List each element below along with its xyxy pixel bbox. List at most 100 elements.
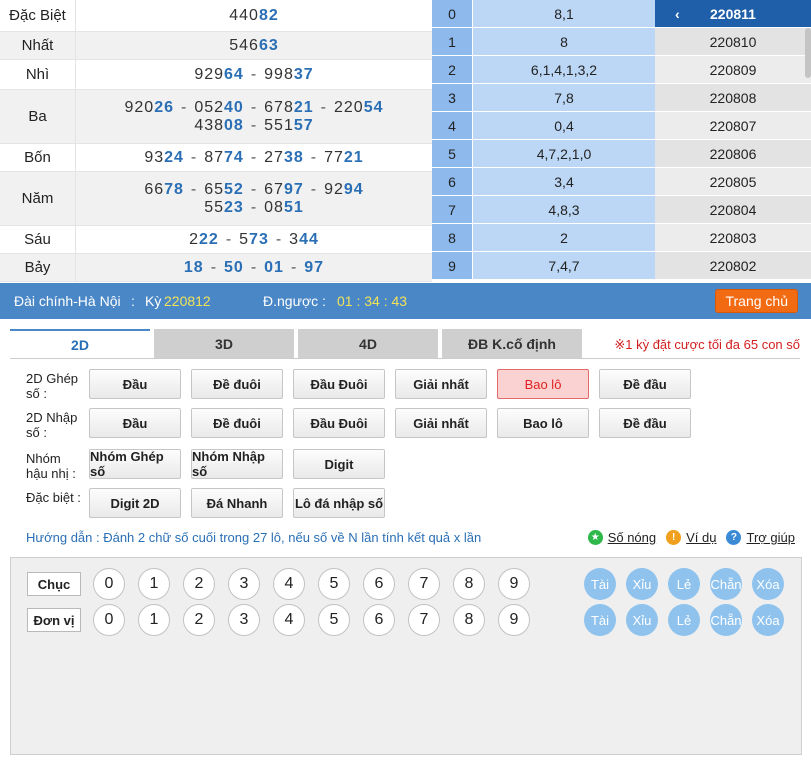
- period-item[interactable]: 220810: [655, 28, 811, 56]
- period-item[interactable]: 220809: [655, 56, 811, 84]
- quick-select-button[interactable]: Chẵn: [710, 604, 742, 636]
- quick-select-button[interactable]: Xỉu: [626, 568, 658, 600]
- bet-type-button[interactable]: Đầu: [89, 369, 181, 399]
- digit-ball[interactable]: 3: [228, 604, 260, 636]
- number-prefix: 678: [264, 98, 294, 116]
- prize-number: 97: [304, 259, 324, 277]
- chevron-left-icon[interactable]: ‹: [675, 6, 680, 22]
- period-item[interactable]: 220805: [655, 168, 811, 196]
- quick-select-button[interactable]: Lẻ: [668, 604, 700, 636]
- digit-ball[interactable]: 6: [363, 604, 395, 636]
- digit-ball[interactable]: 8: [453, 604, 485, 636]
- help-link-label[interactable]: Trợ giúp: [746, 530, 795, 545]
- period-number: 220802: [709, 257, 757, 274]
- help-link[interactable]: ? Trợ giúp: [726, 530, 795, 545]
- help-link[interactable]: ! Ví dụ: [666, 530, 716, 545]
- bet-type-button[interactable]: Giải nhất: [395, 408, 487, 438]
- digit-ball[interactable]: 7: [408, 568, 440, 600]
- digit-ball[interactable]: 2: [183, 568, 215, 600]
- number-separator: -: [275, 230, 283, 248]
- quick-select-button[interactable]: Chẵn: [710, 568, 742, 600]
- bet-type-button[interactable]: Đề đuôi: [191, 408, 283, 438]
- bet-type-button[interactable]: Đề đầu: [599, 369, 691, 399]
- tab-1[interactable]: 3D: [154, 329, 294, 359]
- bet-type-button[interactable]: Đá Nhanh: [191, 488, 283, 518]
- loto-row: 4 0,4: [432, 112, 655, 140]
- bet-type-button[interactable]: Nhóm Ghép số: [89, 449, 181, 479]
- digit-ball[interactable]: 8: [453, 568, 485, 600]
- quick-select-button[interactable]: Lẻ: [668, 568, 700, 600]
- number-prefix: 551: [264, 116, 294, 134]
- number-prefix: 920: [124, 98, 155, 116]
- digit-ball[interactable]: 3: [228, 568, 260, 600]
- loto-row: 9 7,4,7: [432, 252, 655, 280]
- bet-type-button[interactable]: Lô đá nhập số: [293, 488, 385, 518]
- prize-numbers: 92026-05240-67821-22054 43808-55157: [76, 90, 432, 143]
- quick-select-button[interactable]: Xỉu: [626, 604, 658, 636]
- bet-type-button[interactable]: Đầu Đuôi: [293, 369, 385, 399]
- prize-name: Đặc Biệt: [0, 0, 76, 31]
- bet-type-button[interactable]: Giải nhất: [395, 369, 487, 399]
- bet-type-button[interactable]: Đầu: [89, 408, 181, 438]
- digit-ball[interactable]: 4: [273, 568, 305, 600]
- betting-page: Đặc Biệt 44082 Nhất 54663 Nhì 92964-99837 Ba 92…: [0, 0, 811, 763]
- digit-ball[interactable]: 5: [318, 568, 350, 600]
- tab-2[interactable]: 4D: [298, 329, 438, 359]
- picker-row-label[interactable]: Đơn vị: [27, 608, 81, 632]
- period-item[interactable]: 220807: [655, 112, 811, 140]
- home-button[interactable]: Trang chủ: [715, 289, 798, 313]
- bet-type-button[interactable]: Bao lô: [497, 369, 589, 399]
- prize-name: Ba: [0, 90, 76, 143]
- prize-name: Sáu: [0, 226, 76, 253]
- period-number: 220804: [709, 201, 757, 218]
- digit-ball[interactable]: 0: [93, 568, 125, 600]
- period-item[interactable]: ‹ 220811: [655, 0, 811, 28]
- help-link-label[interactable]: Số nóng: [608, 530, 656, 545]
- bet-type-button[interactable]: Nhóm Nhập số: [191, 449, 283, 479]
- digit-ball[interactable]: 2: [183, 604, 215, 636]
- quick-select-button[interactable]: Tài: [584, 604, 616, 636]
- digit-ball[interactable]: 4: [273, 604, 305, 636]
- digit-ball[interactable]: 9: [498, 604, 530, 636]
- help-link[interactable]: ★ Số nóng: [587, 530, 656, 545]
- question-icon[interactable]: ?: [726, 530, 742, 545]
- period-scrollbar[interactable]: [805, 28, 811, 78]
- quick-select-button[interactable]: Tài: [584, 568, 616, 600]
- period-item[interactable]: 220804: [655, 196, 811, 224]
- prize-number: 55157: [264, 117, 314, 135]
- digit-ball[interactable]: 1: [138, 568, 170, 600]
- bet-type-button[interactable]: Digit 2D: [89, 488, 181, 518]
- game-tabs: ※1 kỳ đặt cược tối đa 65 con số 2D 3D 4D ĐB…: [10, 329, 800, 359]
- bet-type-button[interactable]: Đầu Đuôi: [293, 408, 385, 438]
- period-item[interactable]: 220808: [655, 84, 811, 112]
- number-suffix: 63: [258, 36, 279, 54]
- star-icon[interactable]: ★: [587, 530, 603, 545]
- bet-type-button[interactable]: Digit: [293, 449, 385, 479]
- quick-select-button[interactable]: Xóa: [752, 604, 784, 636]
- digit-ball[interactable]: 6: [363, 568, 395, 600]
- picker-row-label[interactable]: Chục: [27, 572, 81, 596]
- digit-ball[interactable]: 5: [318, 604, 350, 636]
- digit-ball[interactable]: 0: [93, 604, 125, 636]
- tab-0[interactable]: 2D: [10, 329, 150, 359]
- number-prefix: 438: [194, 116, 225, 134]
- digit-ball[interactable]: 1: [138, 604, 170, 636]
- period-item[interactable]: 220803: [655, 224, 811, 252]
- prize-number: 6678: [144, 181, 184, 199]
- exclamation-icon[interactable]: !: [666, 530, 682, 545]
- digit-ball[interactable]: 7: [408, 604, 440, 636]
- digit-ball[interactable]: 9: [498, 568, 530, 600]
- help-link-label[interactable]: Ví dụ: [686, 530, 716, 545]
- prize-name: Nhì: [0, 60, 76, 89]
- tab-3[interactable]: ĐB K.cố định: [442, 329, 582, 359]
- quick-select-button[interactable]: Xóa: [752, 568, 784, 600]
- bet-type-button[interactable]: Đề đuôi: [191, 369, 283, 399]
- tab-note: ※1 kỳ đặt cược tối đa 65 con số: [614, 337, 800, 352]
- period-item[interactable]: 220806: [655, 140, 811, 168]
- loto-tails: 7,8: [473, 84, 655, 111]
- number-prefix: 5: [239, 230, 250, 248]
- bet-type-button[interactable]: Đề đầu: [599, 408, 691, 438]
- bet-type-button[interactable]: Bao lô: [497, 408, 589, 438]
- period-item[interactable]: 220802: [655, 252, 811, 280]
- number-suffix: 54: [363, 98, 384, 116]
